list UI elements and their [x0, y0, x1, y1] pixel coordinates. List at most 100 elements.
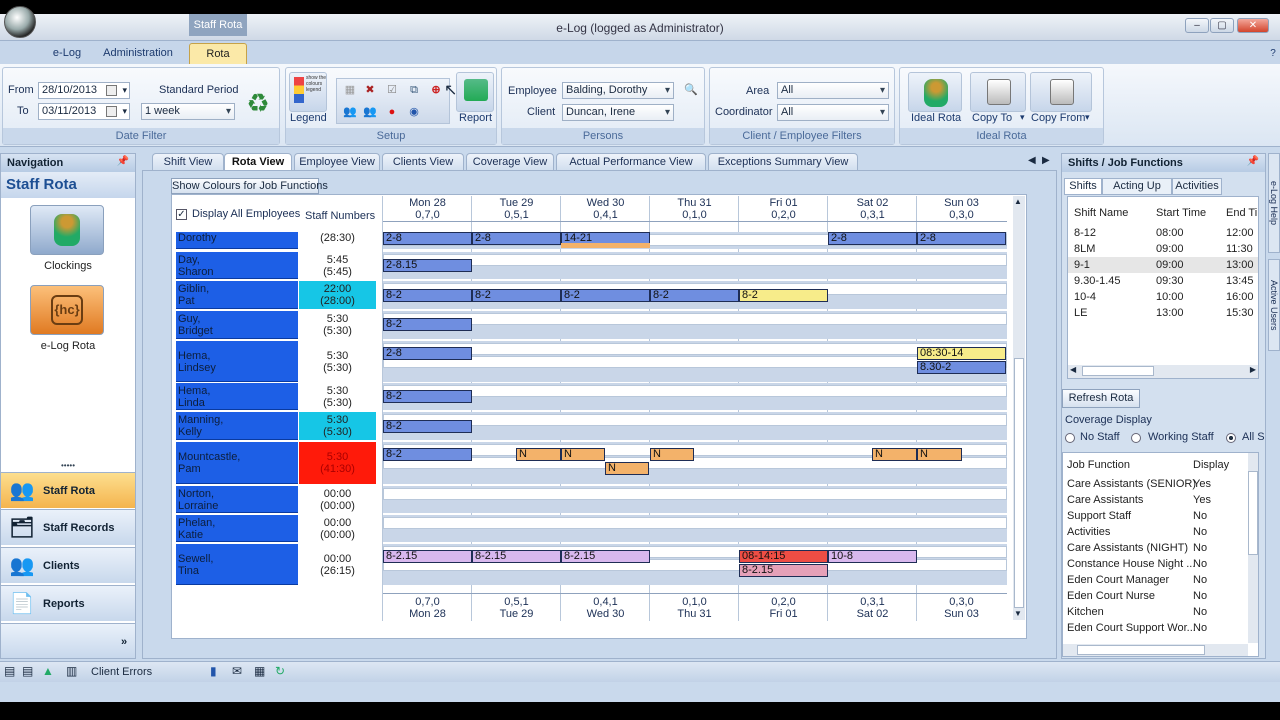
scroll-up-icon[interactable]: ▲	[1014, 197, 1022, 206]
shift-block[interactable]: 8-2	[383, 390, 472, 403]
day-cell[interactable]	[383, 414, 1007, 426]
shift-block[interactable]: 8-2	[739, 289, 828, 302]
jf-vscroll[interactable]	[1248, 453, 1258, 643]
tab-acting-up[interactable]: Acting Up	[1102, 178, 1172, 195]
nav-item-reports[interactable]: 📄 Reports	[1, 585, 135, 621]
copy-icon[interactable]: ⧉	[405, 82, 423, 99]
shift-block[interactable]: 2-8.15	[383, 259, 472, 272]
area-select[interactable]: All	[777, 82, 889, 99]
shift-list-row[interactable]: 9-1 09:00 13:00	[1068, 257, 1258, 273]
shift-block[interactable]: N	[917, 448, 962, 461]
job-function-row[interactable]: Eden Court Nurse No	[1063, 589, 1247, 605]
shift-block[interactable]: 08-14:15	[739, 550, 828, 563]
status-icon[interactable]: ▮	[210, 664, 217, 678]
employee-name-cell[interactable]: Sewell, Tina	[176, 544, 298, 585]
job-function-row[interactable]: Eden Court Manager No	[1063, 573, 1247, 589]
copy-to-dropdown-icon[interactable]: ▾	[1020, 112, 1025, 123]
scroll-down-icon[interactable]: ▼	[1014, 609, 1022, 618]
job-function-row[interactable]: Constance House Night ... No	[1063, 557, 1247, 573]
tab-clients-view[interactable]: Clients View	[382, 153, 464, 170]
day-cell[interactable]	[383, 313, 1007, 325]
shift-block[interactable]: 8-2.15	[383, 550, 472, 563]
nav-item-staff-rota[interactable]: 👥 Staff Rota	[1, 472, 135, 508]
tab-elog-help[interactable]: e-Log Help	[1268, 153, 1280, 253]
employee-select[interactable]: Balding, Dorothy	[562, 82, 674, 99]
col-job-function[interactable]: Job Function	[1067, 459, 1130, 471]
close-button[interactable]: ✕	[1237, 18, 1269, 33]
employee-name-cell[interactable]: Dorothy	[176, 232, 298, 249]
tab-administration[interactable]: Administration	[98, 43, 178, 64]
shift-block[interactable]: 8-2	[561, 289, 650, 302]
minimize-button[interactable]: –	[1185, 18, 1209, 33]
alert-icon[interactable]: ●	[383, 104, 401, 121]
day-cell[interactable]	[383, 517, 1007, 529]
nav-item-clients[interactable]: 👥 Clients	[1, 547, 135, 583]
shift-list-row[interactable]: 8-12 08:00 12:00	[1068, 225, 1258, 241]
day-cell[interactable]	[383, 343, 1007, 355]
people-icon[interactable]: 👥	[341, 104, 359, 121]
display-all-checkbox[interactable]: ✓	[176, 209, 187, 220]
tab-employee-view[interactable]: Employee View	[294, 153, 380, 170]
status-icon[interactable]: ▤	[4, 664, 15, 678]
shift-block[interactable]: 08:30-14	[917, 347, 1006, 360]
job-function-row[interactable]: Care Assistants Yes	[1063, 493, 1247, 509]
day-cell[interactable]	[383, 385, 1007, 397]
tab-shifts[interactable]: Shifts	[1064, 178, 1102, 195]
status-icon[interactable]: ▤	[22, 664, 33, 678]
tab-coverage-view[interactable]: Coverage View	[466, 153, 554, 170]
tab-scroll-right-icon[interactable]: ▶	[1042, 155, 1050, 166]
grid-icon[interactable]: ▦	[341, 82, 359, 99]
shift-list-row[interactable]: 9.30-1.45 09:30 13:45	[1068, 273, 1258, 289]
employee-name-cell[interactable]: Phelan, Katie	[176, 515, 298, 542]
radio-no-staff[interactable]	[1065, 433, 1075, 443]
sync-icon[interactable]: ◉	[405, 104, 423, 121]
tab-exceptions-summary-view[interactable]: Exceptions Summary View	[708, 153, 858, 170]
people-edit-icon[interactable]: 👥	[361, 104, 379, 121]
hscroll-thumb[interactable]	[1082, 366, 1154, 376]
tab-scroll-left-icon[interactable]: ◀	[1028, 155, 1036, 166]
pin-icon[interactable]: 📌	[117, 156, 129, 167]
status-refresh-icon[interactable]: ↻	[275, 664, 285, 678]
job-function-row[interactable]: Kitchen No	[1063, 605, 1247, 621]
status-icon[interactable]: ▥	[66, 664, 77, 678]
shift-block[interactable]: 8.30-2	[917, 361, 1006, 374]
tab-shift-view[interactable]: Shift View	[152, 153, 224, 170]
shift-block[interactable]: 8-2	[472, 289, 561, 302]
copy-to-button[interactable]	[970, 72, 1026, 112]
delete-icon[interactable]: ✖	[361, 82, 379, 99]
employee-name-cell[interactable]: Day, Sharon	[176, 252, 298, 279]
add-icon[interactable]: ⊕	[427, 82, 445, 99]
job-function-row[interactable]: Eden Court Support Wor... No	[1063, 621, 1247, 637]
splitter-handle[interactable]: •••••	[1, 462, 135, 470]
shift-block[interactable]: 8-2	[383, 448, 472, 461]
show-colours-button[interactable]: Show Colours for Job Functions	[171, 178, 328, 194]
employee-name-cell[interactable]: Mountcastle, Pam	[176, 442, 298, 484]
shift-block[interactable]: 2-8	[828, 232, 917, 245]
shift-block[interactable]: N	[872, 448, 917, 461]
clockings-button[interactable]	[30, 205, 104, 255]
from-date-field[interactable]: 28/10/2013 ▾	[38, 82, 130, 99]
status-icon[interactable]: ✉	[232, 664, 242, 678]
report-button[interactable]	[456, 72, 494, 112]
coordinator-select[interactable]: All	[777, 104, 889, 121]
shift-list-row[interactable]: LE 13:00 15:30	[1068, 305, 1258, 321]
shift-list-row[interactable]: 8LM 09:00 11:30	[1068, 241, 1258, 257]
shift-block[interactable]: 2-8	[383, 232, 472, 245]
refresh-cycle-icon[interactable]: ♻	[243, 90, 273, 116]
grid-scrollbar-thumb[interactable]	[1014, 358, 1024, 608]
shift-block[interactable]: 8-2	[650, 289, 739, 302]
col-shift-name[interactable]: Shift Name	[1074, 207, 1128, 219]
app-logo-icon[interactable]	[4, 6, 36, 38]
shift-block[interactable]: 10-8	[828, 550, 917, 563]
client-errors-label[interactable]: Client Errors	[91, 666, 152, 678]
shift-block[interactable]: 8-2	[383, 420, 472, 433]
nav-item-staff-records[interactable]: 🗂 Staff Records	[1, 509, 135, 545]
col-display[interactable]: Display	[1193, 459, 1229, 471]
shift-block[interactable]: 8-2.15	[739, 564, 828, 577]
nav-more-button[interactable]: »	[1, 623, 135, 658]
employee-name-cell[interactable]: Hema, Lindsey	[176, 341, 298, 382]
jf-vscroll-thumb[interactable]	[1248, 471, 1258, 555]
tab-rota[interactable]: Rota	[189, 43, 247, 64]
tab-actual-performance-view[interactable]: Actual Performance View	[556, 153, 706, 170]
check-icon[interactable]: ☑	[383, 82, 401, 99]
